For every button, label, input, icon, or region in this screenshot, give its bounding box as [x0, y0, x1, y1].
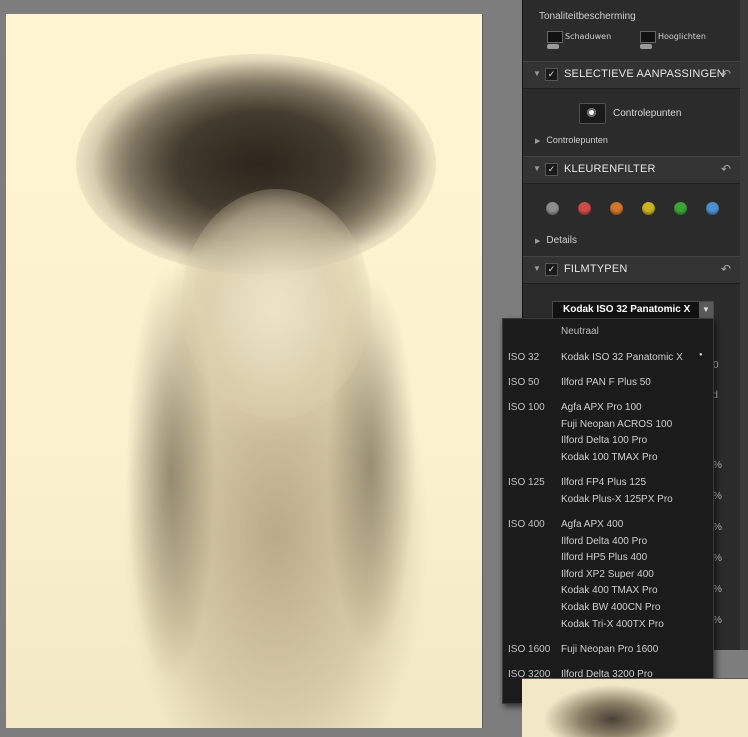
details-row[interactable]: ▶ Details [535, 235, 577, 246]
expand-icon[interactable]: ▼ [533, 69, 541, 78]
dropdown-item[interactable]: Agfa APX Pro 100 [561, 402, 642, 418]
highlights-label: Hooglichten [658, 32, 706, 41]
dropdown-item[interactable]: Kodak ISO 32 Panatomic X [561, 352, 702, 368]
hidden-value: % [713, 553, 722, 564]
control-points-row-label: Controlepunten [546, 135, 608, 145]
section-color-filter[interactable]: ▼ ✓ KLEURENFILTER ↶ [523, 156, 741, 184]
control-points-button[interactable] [579, 103, 606, 124]
color-filter-gray-swatch[interactable] [546, 202, 559, 215]
face-shape [181, 189, 371, 419]
iso-group-label: ISO 50 [508, 377, 540, 388]
dropdown-item[interactable]: Ilford PAN F Plus 50 [561, 377, 651, 393]
dropdown-item[interactable]: Ilford XP2 Super 400 [561, 569, 654, 585]
color-filter-green-swatch[interactable] [674, 202, 687, 215]
control-points-button-label: Controlepunten [613, 108, 682, 119]
film-type-select[interactable]: Kodak ISO 32 Panatomic X ▼ [552, 301, 714, 319]
section-title: KLEURENFILTER [564, 163, 656, 175]
dropdown-item[interactable]: Ilford Delta 400 Pro [561, 536, 647, 552]
hidden-value: % [713, 584, 722, 595]
shadows-label: Schaduwen [565, 32, 612, 41]
reset-icon[interactable]: ↶ [721, 67, 731, 81]
film-type-dropdown[interactable]: Neutraal ISO 32 Kodak ISO 32 Panatomic X I… [502, 318, 714, 704]
iso-group-label: ISO 125 [508, 477, 545, 488]
chevron-down-icon[interactable]: ▼ [699, 302, 713, 318]
dropdown-item-neutral[interactable]: Neutraal [561, 326, 599, 337]
hidden-value: % [713, 615, 722, 626]
shadows-slider[interactable] [547, 31, 563, 43]
iso-group-label: ISO 1600 [508, 644, 551, 655]
color-filter-orange-swatch[interactable] [610, 202, 623, 215]
iso-group-label: ISO 32 [508, 352, 540, 363]
section-checkbox[interactable]: ✓ [545, 163, 558, 176]
control-point-icon [587, 108, 596, 117]
thumbnail-preview[interactable] [522, 678, 748, 737]
expand-icon[interactable]: ▼ [533, 264, 541, 273]
hidden-value: % [713, 460, 722, 471]
iso-group-label: ISO 100 [508, 402, 545, 413]
dropdown-item[interactable]: Agfa APX 400 [561, 519, 623, 535]
highlights-slider[interactable] [640, 31, 656, 43]
section-checkbox[interactable]: ✓ [545, 263, 558, 276]
expand-icon[interactable]: ▼ [533, 164, 541, 173]
dropdown-item[interactable]: Ilford HP5 Plus 400 [561, 552, 647, 568]
expand-icon: ▶ [535, 138, 541, 145]
panel-scrollbar[interactable] [740, 0, 748, 650]
photo-canvas[interactable] [6, 14, 483, 728]
section-title: FILMTYPEN [564, 263, 628, 275]
dropdown-item[interactable]: Kodak Tri-X 400TX Pro [561, 619, 664, 635]
reset-icon[interactable]: ↶ [721, 162, 731, 176]
color-filter-yellow-swatch[interactable] [642, 202, 655, 215]
dropdown-item[interactable]: Kodak Plus-X 125PX Pro [561, 494, 673, 510]
dropdown-item[interactable]: Kodak 400 TMAX Pro [561, 585, 658, 601]
dropdown-item[interactable]: Kodak BW 400CN Pro [561, 602, 661, 618]
color-filter-blue-swatch[interactable] [706, 202, 719, 215]
hidden-value: % [713, 491, 722, 502]
section-title: SELECTIEVE AANPASSINGEN [564, 68, 725, 80]
dropdown-item[interactable]: Kodak 100 TMAX Pro [561, 452, 658, 468]
dropdown-item[interactable]: Ilford Delta 100 Pro [561, 435, 647, 451]
expand-icon: ▶ [535, 238, 541, 245]
slider-handle[interactable] [547, 44, 559, 49]
dropdown-item[interactable]: Fuji Neopan ACROS 100 [561, 419, 672, 435]
dropdown-item[interactable]: Fuji Neopan Pro 1600 [561, 644, 658, 660]
section-checkbox[interactable]: ✓ [545, 68, 558, 81]
tonal-protection-label: Tonaliteitbescherming [539, 11, 636, 22]
reset-icon[interactable]: ↶ [721, 262, 731, 276]
details-label: Details [546, 235, 577, 246]
hidden-value: % [713, 522, 722, 533]
control-points-row[interactable]: ▶ Controlepunten [535, 135, 608, 146]
color-filter-red-swatch[interactable] [578, 202, 591, 215]
iso-group-label: ISO 400 [508, 519, 545, 530]
section-selective-adjustments[interactable]: ▼ ✓ SELECTIEVE AANPASSINGEN ↶ [523, 61, 741, 89]
slider-handle[interactable] [640, 44, 652, 49]
film-type-value: Kodak ISO 32 Panatomic X [563, 304, 691, 315]
dropdown-item[interactable]: Ilford FP4 Plus 125 [561, 477, 646, 493]
section-film-types[interactable]: ▼ ✓ FILMTYPEN ↶ [523, 256, 741, 284]
